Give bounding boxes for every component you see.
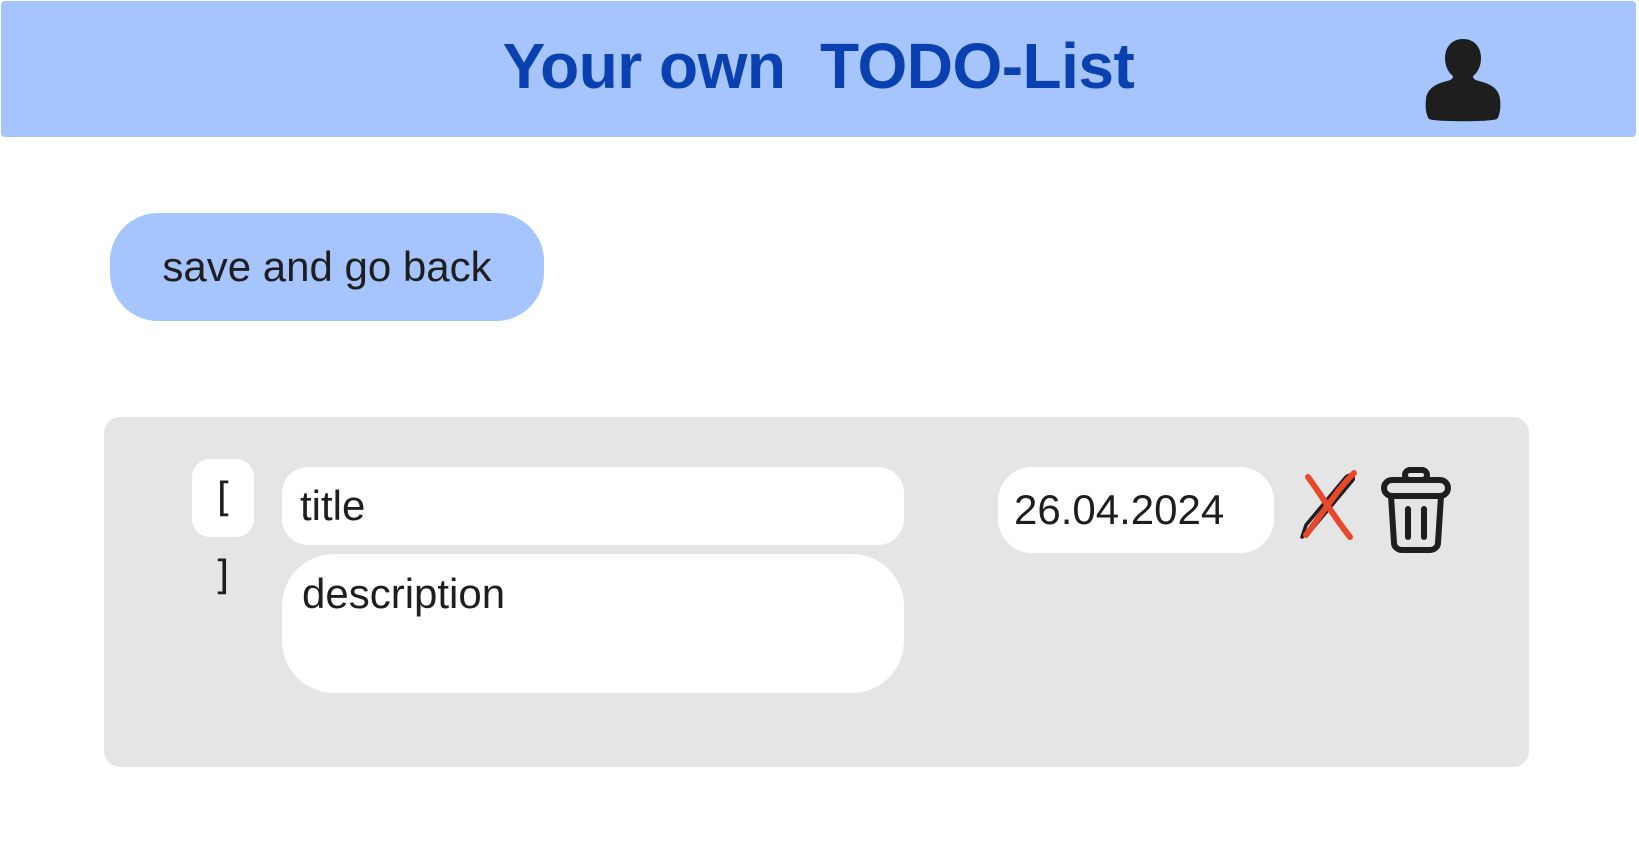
- trash-icon[interactable]: [1380, 467, 1452, 553]
- todo-description-field[interactable]: description: [282, 554, 904, 693]
- todo-title-field[interactable]: title: [282, 467, 904, 545]
- todo-date-field[interactable]: 26.04.2024: [998, 467, 1274, 553]
- todo-item-card: [ ] title description 26.04.2024: [104, 417, 1529, 767]
- todo-checkbox[interactable]: [ ]: [192, 459, 254, 599]
- save-and-go-back-button[interactable]: save and go back: [110, 213, 544, 321]
- page-title: Your own TODO-List: [502, 30, 1135, 102]
- user-icon[interactable]: [1421, 37, 1505, 123]
- app-header: Your own TODO-List: [1, 1, 1636, 137]
- pencil-crossed-icon[interactable]: [1294, 467, 1360, 543]
